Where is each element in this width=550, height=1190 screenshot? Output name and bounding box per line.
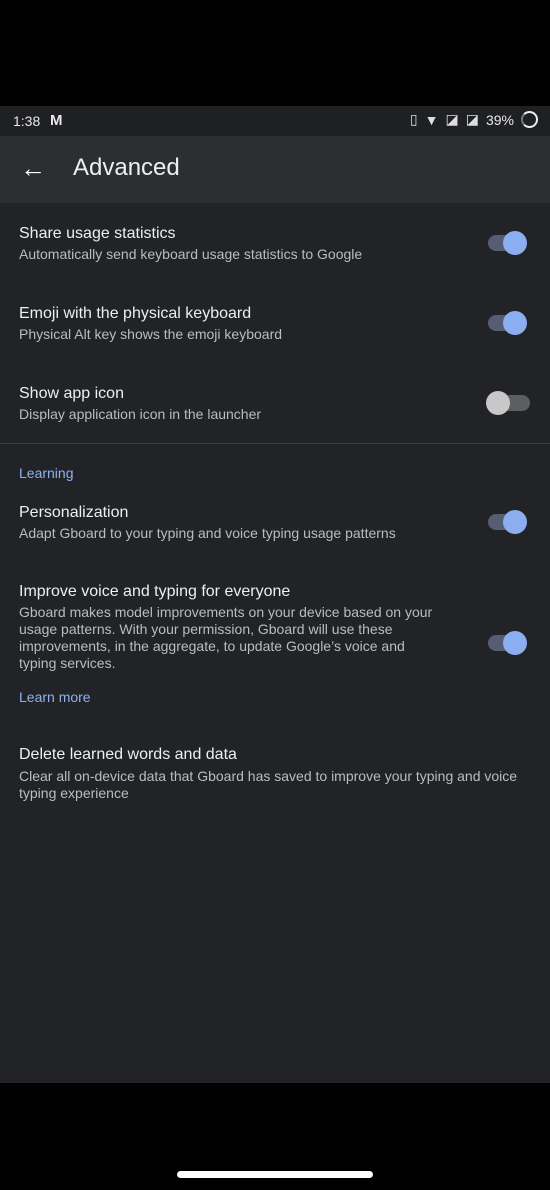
setting-title: Personalization — [19, 504, 129, 521]
share-usage-toggle[interactable] — [488, 231, 527, 255]
setting-delete-learned[interactable]: Delete learned words and data Clear all … — [0, 733, 550, 813]
setting-share-usage[interactable]: Share usage statistics Automatically sen… — [0, 203, 550, 283]
vibrate-icon: ▯ — [409, 111, 418, 127]
status-time: 1:38 — [13, 113, 41, 129]
nav-bar — [0, 1083, 550, 1190]
setting-title: Emoji with the physical keyboard — [19, 305, 252, 322]
no-sim-icon: ◪ — [445, 111, 459, 127]
learn-more-link[interactable]: Learn more — [19, 689, 91, 705]
gmail-notification-icon: M — [50, 112, 63, 129]
personalization-toggle[interactable] — [488, 510, 527, 534]
settings-list: Share usage statistics Automatically sen… — [0, 203, 550, 1083]
setting-subtitle: Clear all on-device data that Gboard has… — [19, 768, 518, 801]
show-app-icon-toggle[interactable] — [486, 391, 530, 415]
battery-percent: 39% — [485, 111, 514, 128]
setting-title: Improve voice and typing for everyone — [19, 583, 291, 600]
status-bar: 1:38 M ▯ ▼ ◪ ◪ 39% — [0, 106, 550, 136]
app-bar: ← Advanced — [0, 136, 550, 203]
setting-subtitle: Automatically send keyboard usage statis… — [19, 246, 363, 262]
battery-icon — [521, 111, 538, 128]
setting-subtitle: Physical Alt key shows the emoji keyboar… — [19, 326, 283, 342]
no-sim-icon-2: ◪ — [465, 111, 479, 127]
divider — [0, 443, 550, 444]
setting-show-app-icon[interactable]: Show app icon Display application icon i… — [0, 363, 550, 443]
setting-personalization[interactable]: Personalization Adapt Gboard to your typ… — [0, 493, 550, 563]
improve-voice-toggle[interactable] — [488, 631, 527, 655]
emoji-physical-toggle[interactable] — [488, 311, 527, 335]
setting-improve-voice[interactable]: Improve voice and typing for everyone Gb… — [0, 573, 550, 713]
setting-title: Show app icon — [19, 385, 124, 402]
section-header-learning: Learning — [19, 465, 74, 481]
page-title: Advanced — [73, 154, 180, 181]
setting-title: Share usage statistics — [19, 225, 176, 242]
home-handle[interactable] — [177, 1171, 373, 1178]
wifi-icon: ▼ — [424, 111, 439, 128]
back-arrow-icon[interactable]: ← — [20, 154, 46, 182]
setting-subtitle: Gboard makes model improvements on your … — [19, 604, 433, 671]
setting-subtitle: Display application icon in the launcher — [19, 406, 262, 422]
setting-subtitle: Adapt Gboard to your typing and voice ty… — [19, 525, 396, 541]
setting-title: Delete learned words and data — [19, 746, 237, 763]
setting-emoji-physical[interactable]: Emoji with the physical keyboard Physica… — [0, 283, 550, 363]
